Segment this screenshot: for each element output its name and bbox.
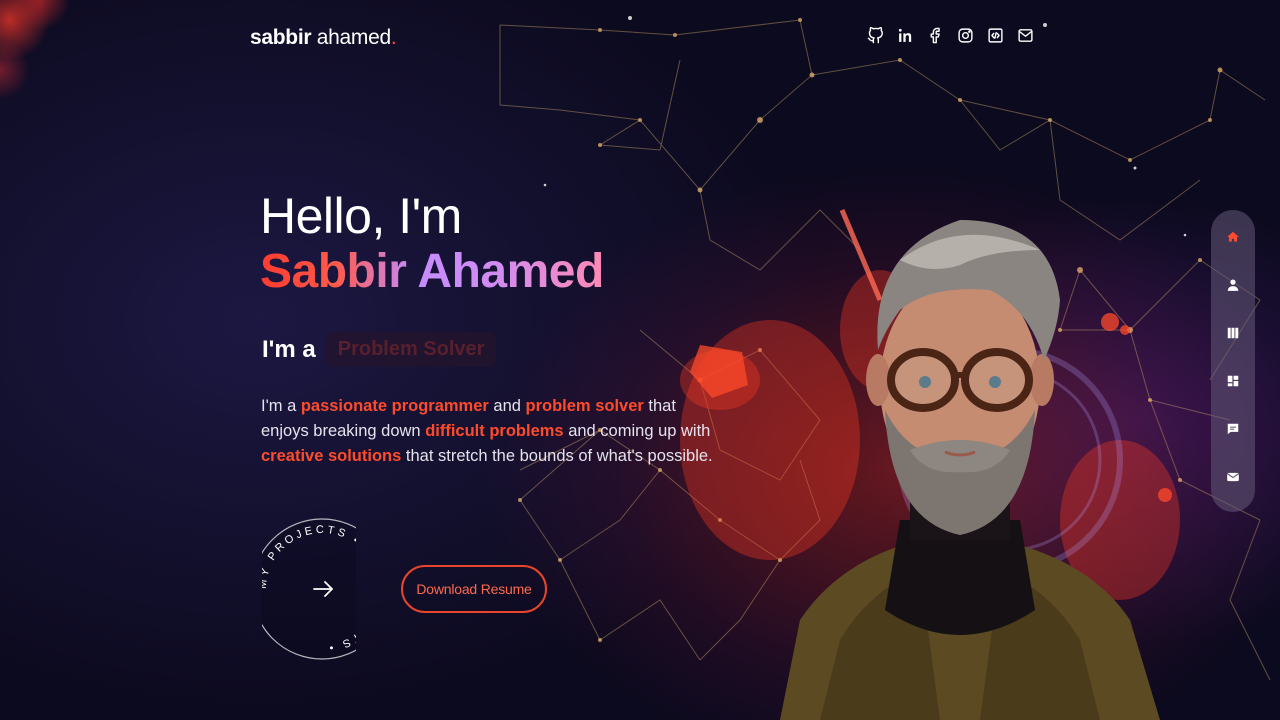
chat-icon [1227,423,1239,435]
hero-bio: I'm a passionate programmer and problem … [261,394,721,469]
hero-greeting: Hello, I'm [260,188,462,244]
facebook-icon [930,27,940,43]
social-links [866,26,1034,44]
profile-portrait [780,220,1160,720]
instagram-link[interactable] [956,26,974,44]
download-resume-button[interactable]: Download Resume [401,565,547,613]
role-prefix: I'm a [262,335,316,363]
role-row: I'm a Problem Solver [262,332,497,367]
logo-last-name: ahamed [316,26,391,49]
page-root: sabbir ahamed. Hello, I'm Sabbir Ahamed … [0,0,1280,720]
columns-icon [1227,327,1239,339]
home-icon [1227,231,1239,242]
projects-circle-graphic: MY PROJECTS • MY PROJECTS • [262,518,356,660]
code-link[interactable] [986,26,1004,44]
bio-text: and coming up with [563,422,711,440]
side-navigation [1211,210,1255,512]
nav-skills[interactable] [1224,324,1242,342]
linkedin-link[interactable] [896,26,914,44]
linkedin-icon [898,28,911,42]
nav-home[interactable] [1224,228,1242,246]
bio-highlight: creative solutions [261,447,402,465]
code-icon [987,27,1003,43]
bio-highlight: passionate programmer [300,397,489,415]
my-projects-button[interactable]: MY PROJECTS • MY PROJECTS • [262,518,356,660]
logo-first-name: sabbir [250,26,312,49]
bio-highlight: difficult problems [425,422,564,440]
hero-name: Sabbir Ahamed [260,245,604,298]
nav-about[interactable] [1224,276,1242,294]
envelope-icon [1226,472,1240,482]
bio-text: I'm a [261,397,301,415]
logo-dot: . [390,26,397,49]
grid-icon [1227,375,1239,387]
nav-projects[interactable] [1224,372,1242,390]
mail-link[interactable] [1016,26,1034,44]
nav-contact[interactable] [1224,468,1242,486]
user-icon [1227,279,1239,291]
github-link[interactable] [866,26,884,44]
site-logo[interactable]: sabbir ahamed. [250,26,397,50]
role-typewriter: Problem Solver [325,332,497,367]
github-icon [867,26,883,43]
bio-text: and [488,397,526,415]
bio-highlight: problem solver [525,397,644,415]
bio-text: that stretch the bounds of what's possib… [401,447,713,465]
nav-testimonials[interactable] [1224,420,1242,438]
instagram-icon [957,27,973,43]
facebook-link[interactable] [926,26,944,44]
mail-icon [1017,28,1033,42]
